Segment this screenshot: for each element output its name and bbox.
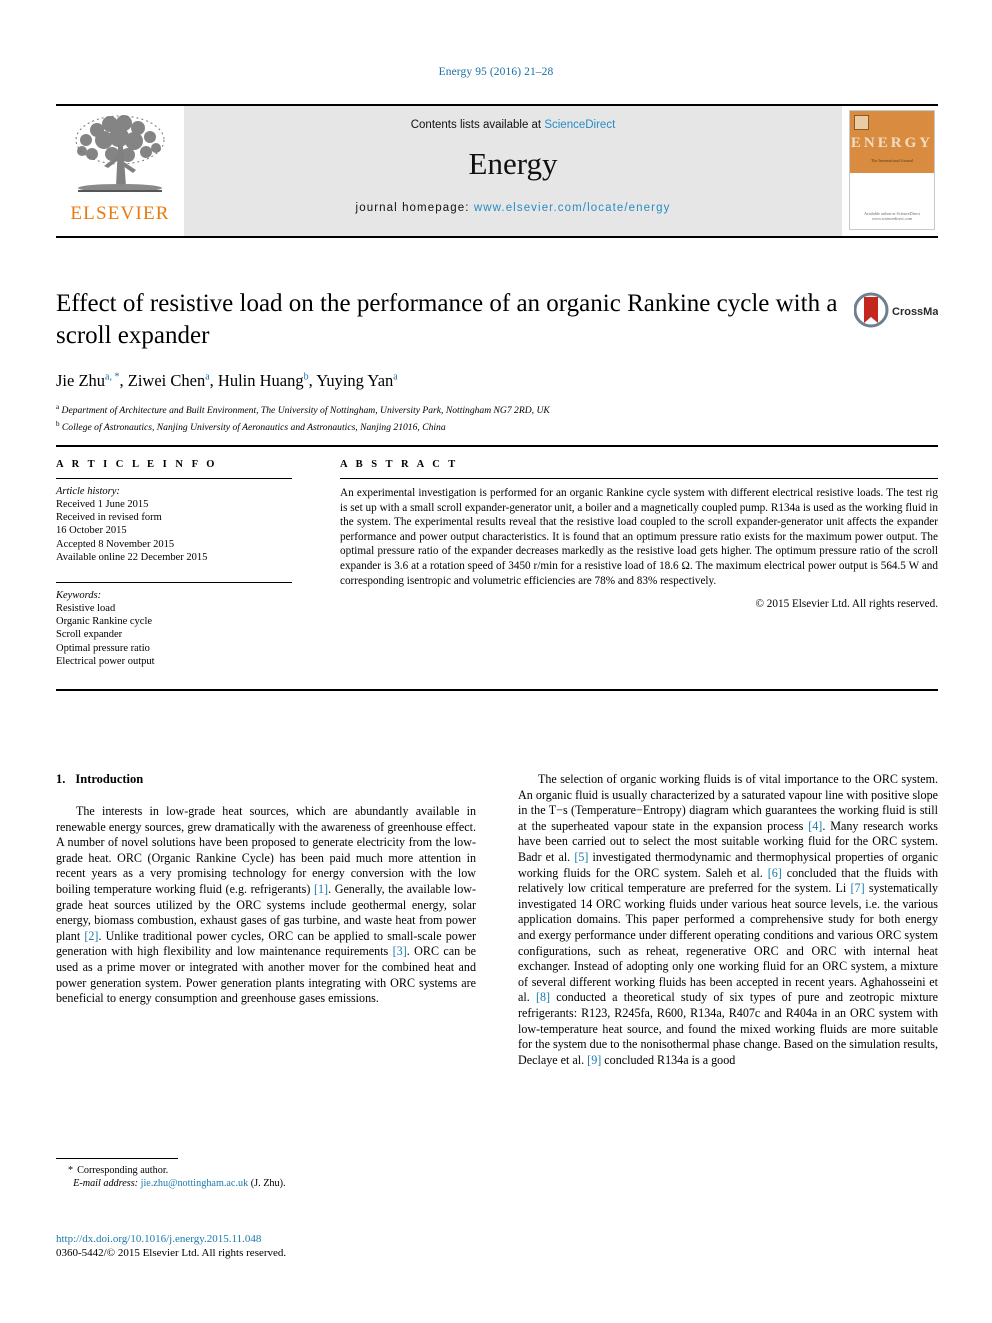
svg-text:CrossMark: CrossMark [892,306,938,318]
footnote-block: * Corresponding author. E-mail address: j… [56,1158,476,1190]
body-columns: 1. Introduction The interests in low-grad… [56,772,938,1068]
footnote-rule [56,1158,178,1159]
history-item-1: Received in revised form [56,512,162,524]
citation-8[interactable]: [8] [536,990,550,1004]
history-item-3: Accepted 8 November 2015 [56,538,175,550]
keyword-3: Optimal pressure ratio [56,642,150,654]
keyword-1: Organic Rankine cycle [56,616,153,628]
affiliation-text-a: Department of Architecture and Built Env… [61,405,550,417]
affiliation-a: a Department of Architecture and Built E… [56,401,938,418]
crossmark-icon: CrossMark [853,292,950,328]
author-mark-3: a [393,371,398,383]
keywords-rule [56,582,292,584]
affiliation-list: a Department of Architecture and Built E… [56,401,938,434]
section-title: Introduction [75,772,144,786]
article-title: Effect of resistive load on the performa… [56,290,838,349]
journal-cover-thumbnail: ENERGY The International Journal Availab… [842,106,938,236]
asterisk-icon: * [68,1165,74,1176]
email-link[interactable]: jie.zhu@nottingham.ac.uk [141,1178,249,1189]
body-column-right: The selection of organic working fluids … [518,772,938,1068]
abstract-copyright: © 2015 Elsevier Ltd. All rights reserved… [755,598,939,611]
citation-2[interactable]: [2] [84,929,98,943]
contents-available-line: Contents lists available at ScienceDirec… [411,119,616,131]
keywords-block: Keywords: Resistive load Organic Rankine… [56,582,292,668]
keyword-0: Resistive load [56,603,116,615]
author-name-0: Jie Zhu [56,371,106,390]
elsevier-wordmark: ELSEVIER [70,203,170,224]
citation-5[interactable]: [5] [574,850,588,864]
author-name-1: Ziwei Chen [127,371,206,390]
journal-masthead: ELSEVIER Contents lists available at Sci… [56,104,938,238]
keyword-4: Electrical power output [56,655,155,667]
crossmark-badge[interactable]: CrossMark [853,288,950,332]
article-info-rule [56,478,292,479]
intro-paragraph-right: The selection of organic working fluids … [518,772,938,1068]
info-abstract-band: A R T I C L E I N F O Article history: R… [56,445,938,691]
email-line: E-mail address: jie.zhu@nottingham.ac.uk… [56,1177,476,1190]
citation-4[interactable]: [4] [808,819,822,833]
cover-image: ENERGY The International Journal Availab… [849,110,935,230]
doi-link[interactable]: http://dx.doi.org/10.1016/j.energy.2015.… [56,1232,556,1246]
section-number: 1. [56,772,66,786]
abstract-column: A B S T R A C T An experimental investig… [318,459,938,668]
author-name-3: Yuying Yan [316,371,394,390]
history-item-0: Received 1 June 2015 [56,499,149,510]
history-item-4: Available online 22 December 2015 [56,551,208,563]
affiliation-mark-a: a [56,403,60,411]
abstract-rule [340,478,938,479]
intro-paragraph-left: The interests in low-grade heat sources,… [56,804,476,1007]
citation-3[interactable]: [3] [393,944,407,958]
elsevier-logo: ELSEVIER [56,106,184,236]
citation-6[interactable]: [6] [768,866,782,880]
cover-subtitle: The International Journal [870,158,914,163]
keywords-label: Keywords: [56,590,102,602]
journal-center-panel: Contents lists available at ScienceDirec… [184,106,842,236]
contents-prefix: Contents lists available at [410,119,545,131]
abstract-heading: A B S T R A C T [340,459,459,470]
citation-1[interactable]: [1] [314,882,328,896]
body-column-left: 1. Introduction The interests in low-grad… [56,772,476,1068]
right-text-7: concluded R134a is a good [601,1052,736,1067]
cover-footer-text: Available online at ScienceDirect www.sc… [863,211,921,221]
issn-copyright-line: 0360-5442/© 2015 Elsevier Ltd. All right… [56,1247,287,1259]
right-text-5: systematically investigated 14 ORC worki… [518,881,938,1005]
affiliation-text-b: College of Astronautics, Nanjing Univers… [61,421,446,433]
author-list: Jie Zhua, *, Ziwei Chena, Hulin Huangb, … [56,371,398,390]
author-name-2: Hulin Huang [217,371,304,390]
elsevier-tree-icon [75,115,165,192]
citation-7[interactable]: [7] [851,881,865,895]
sciencedirect-link[interactable]: ScienceDirect [544,119,615,131]
introduction-heading: 1. Introduction [56,772,476,787]
author-mark-1: a [205,371,210,383]
affiliation-mark-b: b [56,419,60,428]
homepage-url-link[interactable]: www.elsevier.com/locate/energy [474,202,671,214]
journal-homepage-line: journal homepage: www.elsevier.com/locat… [356,202,671,214]
history-item-2: 16 October 2015 [56,525,127,537]
corresponding-author-label: Corresponding author. [77,1165,169,1176]
corresponding-author-line: * Corresponding author. [56,1164,476,1177]
email-label: E-mail address: [73,1178,139,1189]
article-history-label: Article history: [56,486,120,497]
running-head: Energy 95 (2016) 21–28 [438,66,554,78]
abstract-text: An experimental investigation is perform… [340,487,938,587]
article-info-heading: A R T I C L E I N F O [56,459,218,470]
keyword-2: Scroll expander [56,629,123,641]
doi-block: http://dx.doi.org/10.1016/j.energy.2015.… [56,1232,556,1260]
homepage-prefix: journal homepage: [355,202,474,214]
title-block: Effect of resistive load on the performa… [56,288,950,434]
cover-logo-box [854,115,869,130]
journal-title: Energy [468,146,558,181]
author-mark-2: b [303,371,309,383]
article-info-column: A R T I C L E I N F O Article history: R… [56,459,318,668]
cover-masthead-word: ENERGY [850,135,934,151]
affiliation-b: b College of Astronautics, Nanjing Unive… [56,418,938,435]
citation-9[interactable]: [9] [587,1053,601,1067]
email-owner: (J. Zhu). [250,1178,286,1189]
paper-page: Energy 95 (2016) 21–28 ELSEVIER Contents… [0,0,992,1323]
author-mark-0: a, * [105,371,120,383]
